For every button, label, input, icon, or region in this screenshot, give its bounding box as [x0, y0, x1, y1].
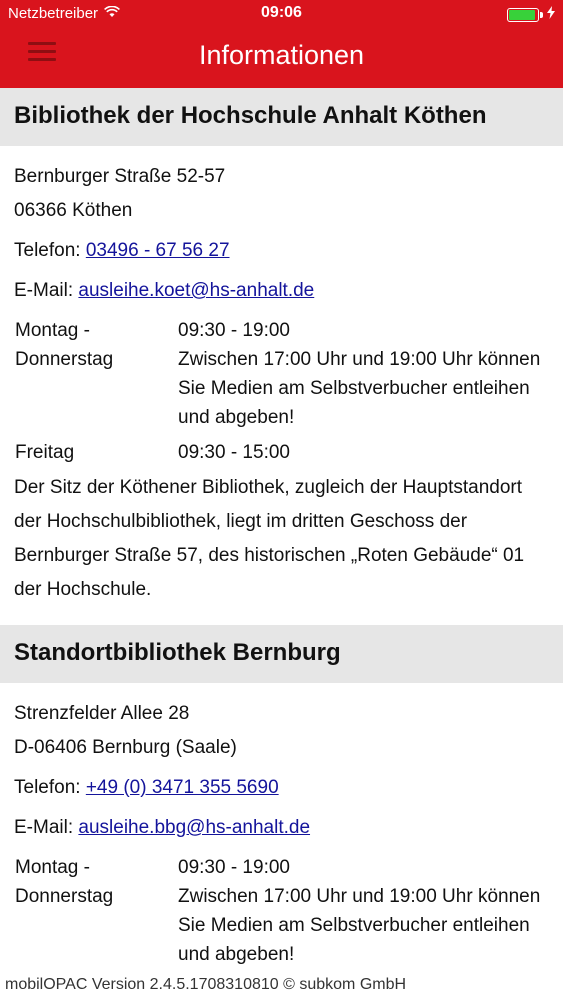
address-street: Strenzfelder Allee 28	[14, 703, 190, 724]
hours-time: 09:30 - 19:00 Zwischen 17:00 Uhr und 19:…	[178, 857, 541, 965]
phone-row: Telefon: +49 (0) 3471 355 5690	[14, 771, 549, 805]
library-section-bernburg: Standortbibliothek Bernburg Strenzfelder…	[0, 625, 563, 969]
hours-day: Montag - Donnerstag	[15, 857, 114, 907]
library-section-koethen: Bibliothek der Hochschule Anhalt Köthen …	[0, 88, 563, 617]
hours-row: Montag - Donnerstag 09:30 - 19:00 Zwisch…	[15, 316, 549, 432]
app-header: Netzbetreiber 09:06 Informationen	[0, 0, 563, 88]
library-details: Strenzfelder Allee 28 D-06406 Bernburg (…	[0, 683, 563, 969]
opening-hours-table: Montag - Donnerstag 09:30 - 19:00 Zwisch…	[15, 853, 549, 969]
hours-row: Freitag 09:30 - 15:00	[15, 432, 549, 467]
battery-tip	[540, 11, 543, 18]
page-title: Informationen	[198, 40, 365, 70]
battery-icon	[507, 7, 539, 22]
status-time: 09:06	[261, 4, 302, 21]
charging-bolt-icon	[547, 6, 555, 23]
library-description: Der Sitz der Köthener Bibliothek, zuglei…	[14, 477, 525, 600]
phone-link[interactable]: +49 (0) 3471 355 5690	[86, 777, 279, 798]
library-list[interactable]: Bibliothek der Hochschule Anhalt Köthen …	[0, 88, 563, 969]
library-details: Bernburger Straße 52-57 06366 Köthen Tel…	[0, 146, 563, 617]
hours-row: Montag - Donnerstag 09:30 - 19:00 Zwisch…	[15, 853, 549, 969]
hours-time: 09:30 - 19:00 Zwischen 17:00 Uhr und 19:…	[178, 320, 541, 428]
hours-note: Zwischen 17:00 Uhr und 19:00 Uhr können …	[178, 349, 541, 428]
hours-note: Zwischen 17:00 Uhr und 19:00 Uhr können …	[178, 886, 541, 965]
version-footer: mobilOPAC Version 2.4.5.1708310810 © sub…	[0, 974, 563, 1000]
hours-time: 09:30 - 15:00	[178, 442, 290, 463]
address-city: 06366 Köthen	[14, 200, 133, 221]
email-link[interactable]: ausleihe.bbg@hs-anhalt.de	[78, 817, 310, 838]
status-bar: Netzbetreiber 09:06	[0, 0, 563, 28]
opening-hours-table: Montag - Donnerstag 09:30 - 19:00 Zwisch…	[15, 316, 549, 467]
email-row: E-Mail: ausleihe.koet@hs-anhalt.de	[14, 274, 549, 308]
address-city: D-06406 Bernburg (Saale)	[14, 737, 237, 758]
email-label: E-Mail:	[14, 817, 74, 838]
library-name: Standortbibliothek Bernburg	[0, 625, 563, 683]
status-right	[507, 6, 555, 23]
email-label: E-Mail:	[14, 280, 74, 301]
library-name: Bibliothek der Hochschule Anhalt Köthen	[0, 88, 563, 146]
address-street: Bernburger Straße 52-57	[14, 166, 226, 187]
phone-row: Telefon: 03496 - 67 56 27	[14, 234, 549, 268]
hours-day: Montag - Donnerstag	[15, 320, 114, 370]
email-link[interactable]: ausleihe.koet@hs-anhalt.de	[78, 280, 314, 301]
phone-link[interactable]: 03496 - 67 56 27	[86, 240, 230, 261]
phone-label: Telefon:	[14, 240, 81, 261]
phone-label: Telefon:	[14, 777, 81, 798]
email-row: E-Mail: ausleihe.bbg@hs-anhalt.de	[14, 811, 549, 845]
hours-day: Freitag	[15, 442, 75, 463]
